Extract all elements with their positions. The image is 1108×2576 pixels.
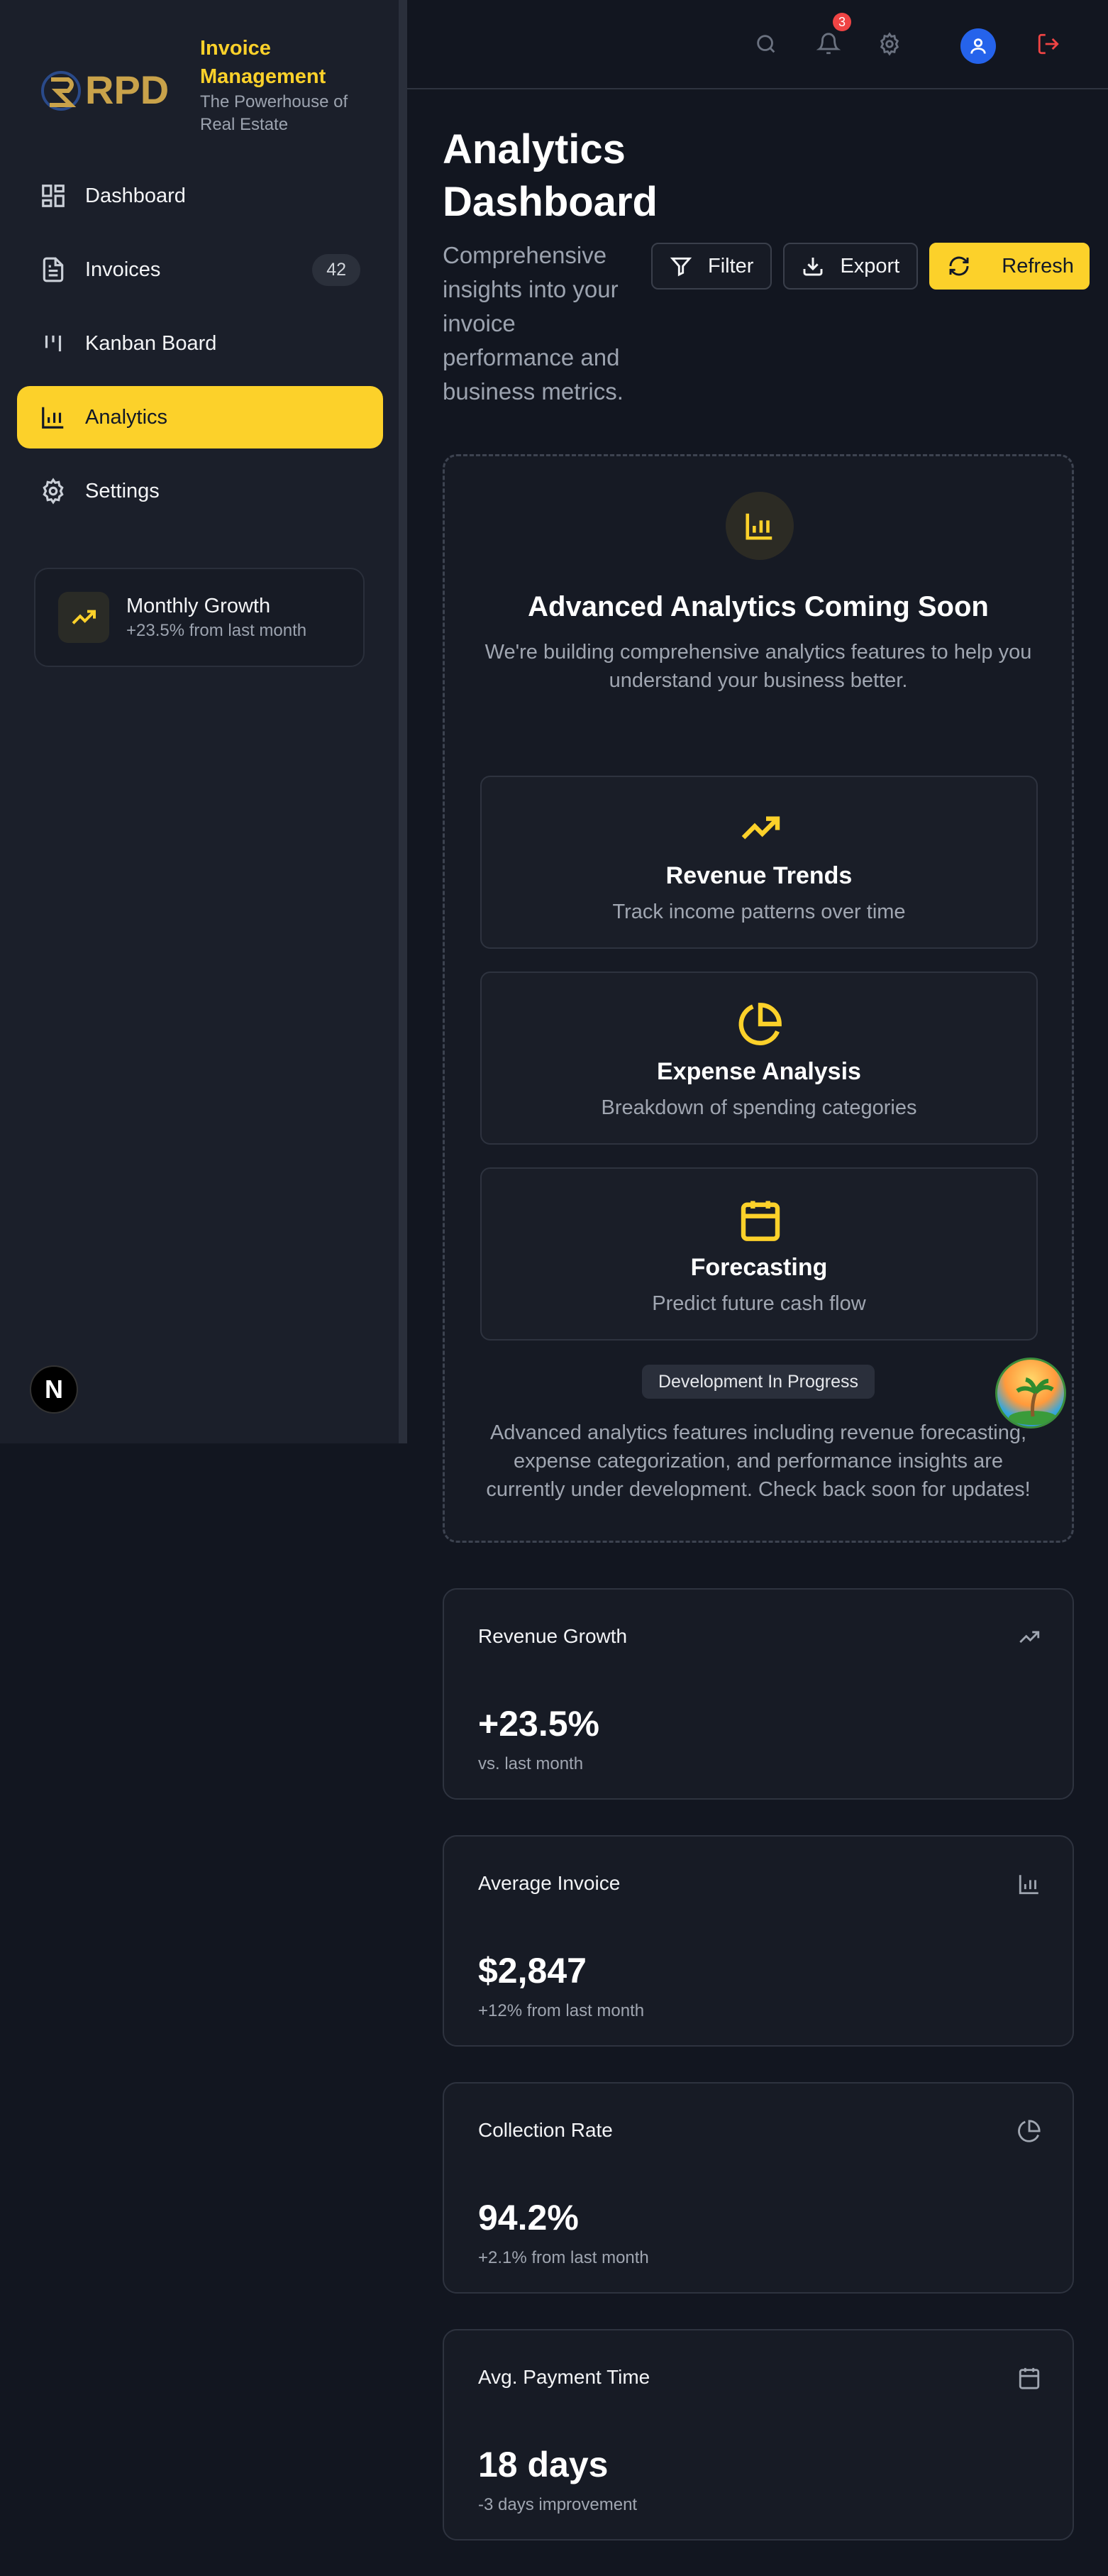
growth-subtitle: +23.5% from last month <box>126 621 307 640</box>
search-icon <box>757 35 775 53</box>
stat-value: 18 days <box>478 2445 609 2484</box>
sidebar-item-dashboard[interactable]: Dashboard <box>17 165 383 227</box>
dashboard-icon <box>42 185 65 207</box>
settings-button[interactable] <box>872 27 907 61</box>
sidebar: RPD Invoice Management The Powerhouse of… <box>0 0 407 1443</box>
development-badge: Development In Progress <box>642 1365 875 1399</box>
sidebar-item-label: Invoices <box>85 258 161 281</box>
pie-chart-icon <box>1017 2119 1041 2143</box>
sidebar-item-label: Analytics <box>85 405 168 429</box>
sidebar-item-label: Settings <box>85 479 160 502</box>
coming-soon-icon-box <box>726 492 794 560</box>
feature-subtitle: Breakdown of spending categories <box>601 1096 917 1119</box>
rpd-logo: RPD <box>41 67 169 112</box>
coming-soon-description: We're building comprehensive analytics f… <box>484 641 1032 692</box>
pie-chart-icon <box>738 1003 782 1045</box>
notification-count-badge: 3 <box>833 13 851 31</box>
sidebar-item-analytics[interactable]: Analytics <box>17 386 383 448</box>
trending-up-icon <box>1017 1625 1041 1649</box>
growth-icon-box <box>58 592 109 643</box>
feature-title: Revenue Trends <box>665 862 853 889</box>
stat-card-average-invoice: Average Invoice $2,847 +12% from last mo… <box>443 1835 1074 2047</box>
stat-value: $2,847 <box>478 1951 587 1991</box>
feature-title: Forecasting <box>690 1254 828 1281</box>
logout-icon <box>1038 33 1059 55</box>
invoice-count-badge: 42 <box>312 253 360 286</box>
sidebar-item-kanban[interactable]: Kanban Board <box>17 312 383 375</box>
stat-value: 94.2% <box>478 2198 579 2238</box>
stat-card-revenue-growth: Revenue Growth +23.5% vs. last month <box>443 1588 1074 1800</box>
filter-label: Filter <box>708 254 754 277</box>
stat-subtitle: -3 days improvement <box>478 2495 638 2514</box>
stat-subtitle: +12% from last month <box>478 2001 645 2020</box>
gear-icon <box>880 32 899 56</box>
nextjs-badge[interactable]: N <box>30 1365 78 1414</box>
page-description: Comprehensive insights into your invoice… <box>443 242 624 404</box>
stat-value: +23.5% <box>478 1704 599 1744</box>
refresh-icon <box>949 256 969 276</box>
stat-label: Revenue Growth <box>478 1625 628 1647</box>
avatar[interactable] <box>960 28 996 64</box>
page-actions: Filter Export Refresh <box>651 243 1090 290</box>
kanban-icon <box>45 335 62 352</box>
feature-card-forecasting: Forecasting Predict future cash flow <box>480 1167 1038 1341</box>
feature-subtitle: Predict future cash flow <box>652 1292 866 1315</box>
growth-title: Monthly Growth <box>126 595 271 617</box>
coming-soon-panel: Advanced Analytics Coming Soon We're bui… <box>443 454 1074 1543</box>
page-title: Analytics Dashboard <box>443 126 658 225</box>
calendar-icon <box>741 1201 780 1241</box>
stat-label: Avg. Payment Time <box>478 2366 650 2388</box>
file-icon <box>43 257 64 282</box>
coming-soon-footer: Advanced analytics features including re… <box>486 1421 1031 1501</box>
feature-card-expense-analysis: Expense Analysis Breakdown of spending c… <box>480 971 1038 1145</box>
feature-title: Expense Analysis <box>657 1058 861 1085</box>
sidebar-item-invoices[interactable]: Invoices 42 <box>17 238 383 301</box>
app-subtitle: The Powerhouse of Real Estate <box>200 92 348 134</box>
stat-subtitle: vs. last month <box>478 1754 584 1773</box>
calendar-icon <box>1017 2366 1041 2390</box>
bar-chart-icon <box>1017 1872 1041 1896</box>
filter-icon <box>670 257 692 277</box>
sidebar-item-label: Dashboard <box>85 184 186 207</box>
logout-button[interactable] <box>1031 27 1065 61</box>
stat-label: Collection Rate <box>478 2119 613 2141</box>
logo-text: RPD <box>85 67 169 112</box>
sidebar-scrollbar[interactable] <box>399 0 407 1443</box>
gear-icon <box>43 478 64 505</box>
trending-up-icon <box>741 816 780 840</box>
bar-chart-icon <box>746 513 772 540</box>
feature-subtitle: Track income patterns over time <box>612 901 906 923</box>
stat-card-collection-rate: Collection Rate 94.2% +2.1% from last mo… <box>443 2082 1074 2294</box>
export-label: Export <box>840 254 900 277</box>
stat-subtitle: +2.1% from last month <box>478 2248 649 2267</box>
export-button[interactable]: Export <box>783 243 919 290</box>
sidebar-item-label: Kanban Board <box>85 331 217 355</box>
refresh-label: Refresh <box>1002 254 1074 277</box>
coming-soon-title: Advanced Analytics Coming Soon <box>528 591 989 622</box>
island-sticker-image[interactable] <box>995 1358 1066 1429</box>
search-button[interactable] <box>749 27 783 61</box>
app-title: Invoice Management <box>200 37 326 88</box>
monthly-growth-card: Monthly Growth +23.5% from last month <box>34 568 365 667</box>
refresh-button[interactable]: Refresh <box>929 243 1090 290</box>
feature-card-revenue-trends: Revenue Trends Track income patterns ove… <box>480 776 1038 949</box>
topbar: 3 <box>407 0 1108 89</box>
stat-label: Average Invoice <box>478 1872 621 1894</box>
filter-button[interactable]: Filter <box>651 243 772 290</box>
bar-chart-icon <box>42 407 64 429</box>
bell-icon <box>816 33 841 55</box>
brand[interactable]: RPD Invoice Management The Powerhouse of… <box>40 34 370 136</box>
user-icon <box>970 38 986 54</box>
download-icon <box>803 258 823 276</box>
sidebar-item-settings[interactable]: Settings <box>17 460 383 522</box>
trending-up-icon <box>72 610 96 624</box>
stat-card-avg-payment-time: Avg. Payment Time 18 days -3 days improv… <box>443 2329 1074 2541</box>
notifications-button[interactable]: 3 <box>811 13 851 61</box>
sidebar-nav: Dashboard Invoices 42 Kanban Board Analy… <box>17 165 383 534</box>
